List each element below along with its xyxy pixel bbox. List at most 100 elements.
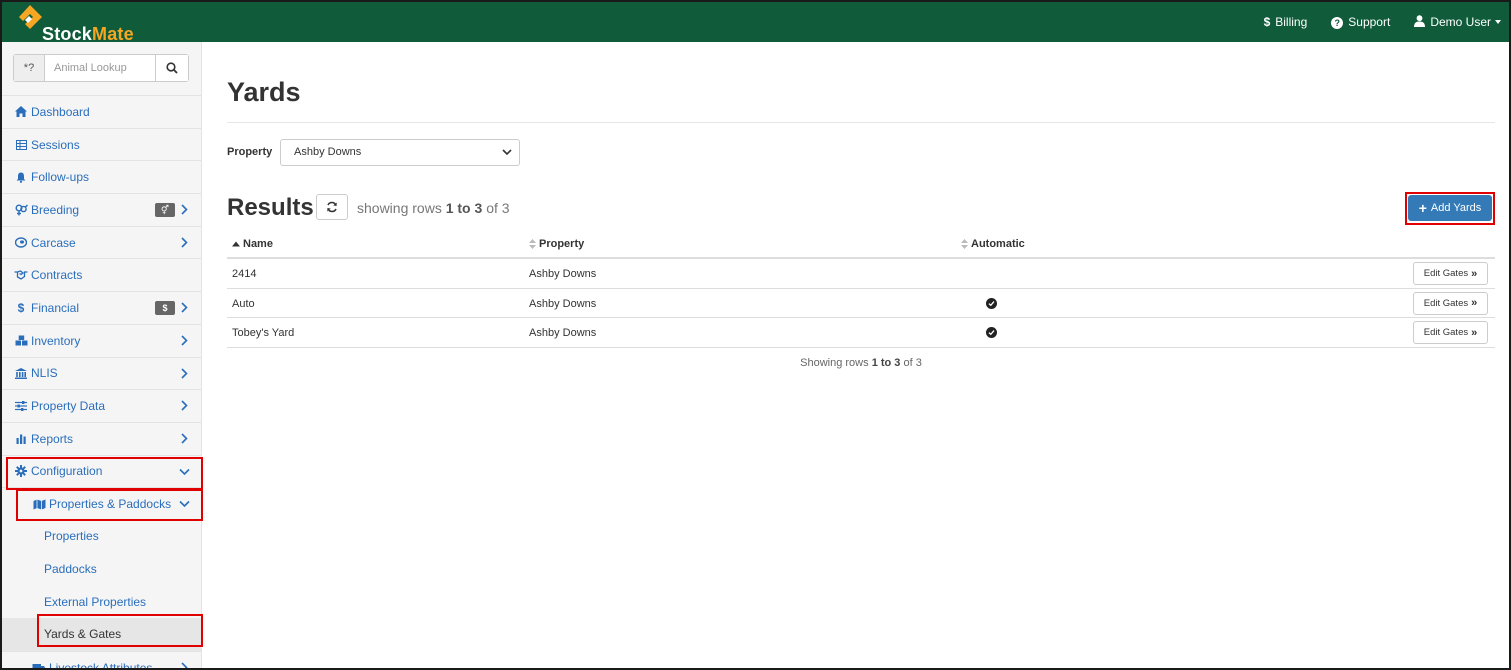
gear-icon	[14, 465, 28, 478]
sidebar-item-carcase[interactable]: Carcase	[2, 225, 201, 259]
property-label: Property	[227, 146, 273, 158]
sidebar-item-reports[interactable]: Reports	[2, 421, 201, 455]
user-icon	[1414, 14, 1426, 30]
wildcard-prefix[interactable]: *?	[14, 55, 45, 81]
showing-rows-text: showing rows 1 to 3 of 3	[357, 200, 510, 216]
main-content: Yards Property Ashby Downs Results showi…	[203, 42, 1509, 668]
sidebar-item-financial[interactable]: $ Financial $	[2, 291, 201, 324]
sidebar-item-contracts[interactable]: Contracts	[2, 258, 201, 291]
dollar-icon: $	[1263, 15, 1271, 29]
results-heading: Results	[227, 194, 314, 221]
sidebar-item-label: Paddocks	[44, 561, 97, 576]
table-header: Name Property Automatic	[227, 232, 1495, 259]
sidebar-item-follow-ups[interactable]: Follow-ups	[2, 160, 201, 193]
sidebar-item-property-data[interactable]: Property Data	[2, 389, 201, 422]
chevron-right-icon	[181, 204, 188, 215]
refresh-button[interactable]	[316, 194, 348, 220]
sidebar-item-label: Dashboard	[31, 104, 90, 119]
sidebar-item-external-properties[interactable]: External Properties	[2, 585, 201, 618]
sidebar-menu: Dashboard Sessions Follow-ups Breeding ⚥…	[2, 95, 201, 670]
chevron-right-icon	[181, 367, 188, 379]
chevron-right-icon	[181, 335, 188, 346]
sidebar-item-label: Properties & Paddocks	[49, 497, 172, 512]
handshake-icon	[14, 270, 28, 281]
chevron-down-icon	[179, 468, 190, 475]
add-yards-label: Add Yards	[1430, 202, 1482, 214]
column-header-name[interactable]: Name	[232, 238, 273, 250]
animal-lookup-group: *?	[13, 54, 189, 82]
sidebar-item-configuration[interactable]: Configuration	[2, 454, 201, 488]
bar-chart-icon	[14, 434, 28, 444]
question-circle-icon: ?	[1331, 15, 1344, 29]
sidebar-item-breeding[interactable]: Breeding ⚥	[2, 193, 201, 226]
sidebar-item-paddocks[interactable]: Paddocks	[2, 553, 201, 586]
boxes-icon	[14, 335, 28, 346]
table-footer-count: Showing rows 1 to 3 of 3	[800, 357, 922, 369]
sidebar-item-properties[interactable]: Properties	[2, 520, 201, 553]
property-select[interactable]: Ashby Downs	[280, 139, 520, 166]
sidebar-item-label: Carcase	[31, 235, 76, 250]
sidebar-item-inventory[interactable]: Inventory	[2, 323, 201, 357]
sidebar-item-properties-paddocks[interactable]: Properties & Paddocks	[2, 487, 201, 520]
support-link[interactable]: ? Support	[1331, 15, 1390, 29]
sidebar-item-label: Reports	[31, 431, 74, 446]
map-icon	[32, 499, 46, 510]
chevron-down-icon	[179, 501, 190, 508]
add-yards-button[interactable]: + Add Yards	[1408, 195, 1492, 221]
chevron-right-icon	[181, 433, 188, 444]
billing-label: Billing	[1275, 15, 1308, 29]
sort-icon	[961, 239, 968, 249]
cell-name: 2414	[232, 268, 257, 280]
yards-table: Name Property Automatic 2414 Ashby Downs…	[227, 232, 1495, 369]
sort-icon	[529, 239, 536, 249]
column-header-automatic[interactable]: Automatic	[961, 238, 1025, 250]
sidebar-item-label: Inventory	[31, 333, 81, 348]
chevron-right-icon	[181, 662, 188, 668]
bank-icon	[14, 367, 28, 379]
cell-name: Auto	[232, 297, 255, 310]
search-button[interactable]	[155, 55, 188, 81]
sidebar-item-label: Follow-ups	[31, 170, 90, 185]
billing-link[interactable]: $ Billing	[1264, 15, 1308, 29]
check-circle-icon	[986, 327, 997, 338]
chevron-right-icon	[181, 400, 188, 411]
edit-gates-button[interactable]: Edit Gates»	[1413, 291, 1488, 315]
animal-lookup-input[interactable]	[45, 55, 155, 81]
sidebar-item-dashboard[interactable]: Dashboard	[2, 95, 201, 128]
sidebar-item-yards-gates[interactable]: Yards & Gates	[2, 618, 201, 651]
sidebar-item-livestock-attributes[interactable]: Livestock Attributes	[2, 650, 201, 670]
logo-mark-icon	[19, 5, 42, 29]
page-title: Yards	[227, 77, 301, 107]
sliders-icon	[14, 401, 28, 412]
sidebar-item-label: Contracts	[31, 268, 83, 283]
chevron-down-icon	[502, 149, 512, 156]
sidebar-item-label: Financial	[31, 300, 80, 315]
chevron-right-icon	[181, 237, 188, 248]
chevron-right-icon	[181, 302, 188, 313]
sidebar-item-label: Sessions	[31, 137, 80, 152]
check-circle-icon	[986, 297, 997, 309]
user-menu[interactable]: Demo User	[1414, 14, 1501, 30]
table-row: Tobey's Yard Ashby Downs Edit Gates»	[227, 318, 1495, 348]
column-header-property[interactable]: Property	[529, 238, 584, 250]
double-chevron-right-icon: »	[1471, 326, 1478, 339]
carcase-icon	[14, 237, 28, 248]
refresh-icon	[327, 201, 337, 213]
user-label: Demo User	[1430, 15, 1491, 29]
double-chevron-right-icon: »	[1471, 267, 1478, 280]
sidebar-item-label: Livestock Attributes	[49, 660, 153, 670]
caret-down-icon	[1495, 20, 1501, 24]
table-row: 2414 Ashby Downs Edit Gates»	[227, 259, 1495, 289]
edit-gates-button[interactable]: Edit Gates»	[1413, 262, 1488, 285]
cell-name: Tobey's Yard	[232, 327, 295, 339]
sidebar-item-sessions[interactable]: Sessions	[2, 127, 201, 161]
app-window: StockMate $ Billing ? Support Demo User …	[0, 0, 1511, 670]
sidebar-item-label: Configuration	[31, 464, 103, 479]
table-row: Auto Ashby Downs Edit Gates»	[227, 289, 1495, 318]
property-select-value: Ashby Downs	[294, 146, 362, 158]
sidebar-item-label: Breeding	[31, 202, 80, 217]
edit-gates-button[interactable]: Edit Gates»	[1413, 321, 1488, 344]
sidebar-item-nlis[interactable]: NLIS	[2, 356, 201, 390]
bell-icon	[14, 172, 28, 183]
truck-icon	[32, 663, 46, 668]
